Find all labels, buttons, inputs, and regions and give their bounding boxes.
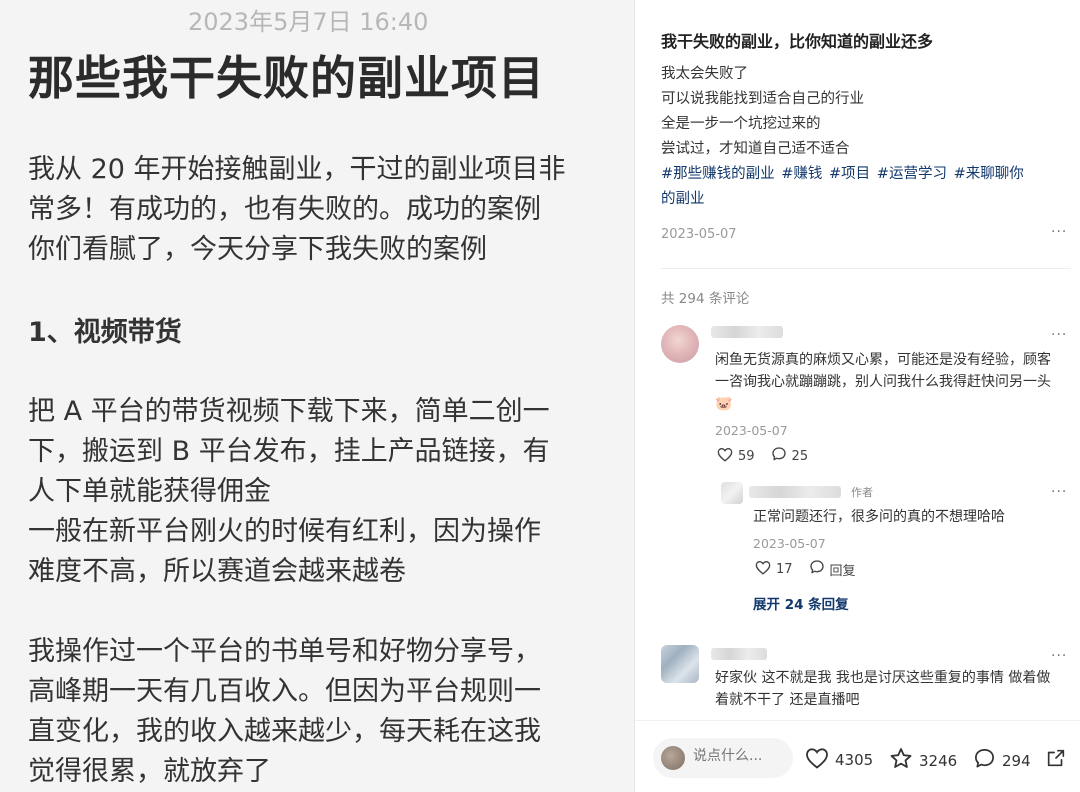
image-intro: 我从 20 年开始接触副业，干过的副业项目非 常多！有成功的，也有失败的。成功的… bbox=[28, 150, 618, 270]
divider bbox=[661, 268, 1071, 269]
heart-icon bbox=[717, 447, 733, 466]
commenter-name-blurred[interactable] bbox=[749, 486, 841, 498]
comment-date: 2023-05-07 bbox=[715, 423, 788, 438]
expand-replies-link[interactable]: 展开 24 条回复 bbox=[753, 593, 849, 613]
comment-input[interactable] bbox=[693, 748, 783, 764]
tag-link-continuation[interactable]: 的副业 bbox=[661, 191, 705, 207]
heart-icon bbox=[755, 560, 771, 579]
para-line: 我操作过一个平台的书单号和好物分享号， bbox=[28, 636, 541, 667]
para-line: 难度不高，所以赛道会越来越卷 bbox=[28, 556, 406, 587]
commenter-name-blurred[interactable] bbox=[711, 648, 767, 660]
heart-icon bbox=[805, 747, 829, 773]
para-line: 直变化，我的收入越来越少，每天耗在这我 bbox=[28, 716, 541, 747]
note-line: 尝试过，才知道自己适不适合 bbox=[661, 141, 850, 157]
comment-actions: 59 25 bbox=[717, 446, 808, 466]
post-image: 2023年5月7日 16:40 那些我干失败的副业项目 我从 20 年开始接触副… bbox=[0, 0, 634, 792]
collect-button[interactable]: 3246 bbox=[889, 747, 957, 774]
more-options-icon[interactable]: ··· bbox=[1051, 484, 1067, 500]
tag-link[interactable]: #来聊聊你 bbox=[954, 166, 1024, 182]
comment-line: 好家伙 这不就是我 我也是讨厌这些重复的事情 做着做 bbox=[715, 670, 1051, 686]
para-line: 高峰期一天有几百收入。但因为平台规则一 bbox=[28, 676, 541, 707]
author-badge: 作者 bbox=[851, 486, 873, 499]
note-tags: #那些赚钱的副业 #赚钱 #项目 #运营学习 #来聊聊你 bbox=[661, 162, 1071, 187]
more-options-icon[interactable]: ··· bbox=[1051, 327, 1067, 343]
share-button[interactable] bbox=[1045, 747, 1067, 773]
reply-actions: 17 回复 bbox=[755, 559, 856, 579]
comment-input-pill[interactable] bbox=[653, 738, 793, 778]
intro-line: 你们看腻了，今天分享下我失败的案例 bbox=[28, 234, 487, 265]
comment-count: 294 bbox=[1002, 751, 1031, 770]
like-button[interactable]: 17 bbox=[755, 560, 793, 579]
note-title: 我干失败的副业，比你知道的副业还多 bbox=[661, 32, 934, 51]
para-line: 下，搬运到 B 平台发布，挂上产品链接，有 bbox=[28, 436, 550, 467]
avatar[interactable] bbox=[721, 482, 743, 504]
like-button[interactable]: 59 bbox=[717, 447, 755, 466]
image-date: 2023年5月7日 16:40 bbox=[188, 8, 429, 36]
like-count: 59 bbox=[738, 448, 755, 464]
like-count: 17 bbox=[776, 561, 793, 577]
intro-line: 常多！有成功的，也有失败的。成功的案例 bbox=[28, 194, 541, 225]
more-options-icon[interactable]: ··· bbox=[1051, 224, 1067, 240]
share-icon bbox=[1045, 747, 1067, 773]
like-count: 4305 bbox=[835, 751, 874, 769]
para-line: 觉得很累，就放弃了 bbox=[28, 756, 271, 787]
tag-link[interactable]: #赚钱 bbox=[781, 166, 822, 182]
tag-link[interactable]: #那些赚钱的副业 bbox=[661, 166, 775, 182]
chat-bubble-icon bbox=[973, 747, 996, 774]
chat-bubble-icon bbox=[771, 446, 787, 466]
note-date: 2023-05-07 bbox=[661, 227, 737, 242]
comment-line: 闲鱼无货源真的麻烦又心累，可能还是没有经验，顾客 bbox=[715, 352, 1051, 368]
note-line: 可以说我能找到适合自己的行业 bbox=[661, 91, 864, 107]
commenter-name-blurred[interactable] bbox=[711, 326, 783, 338]
comment-line: 一咨询我心就蹦蹦跳，别人问我什么我得赶快问另一头 bbox=[715, 374, 1051, 390]
image-paragraph-2: 我操作过一个平台的书单号和好物分享号， 高峰期一天有几百收入。但因为平台规则一 … bbox=[28, 632, 618, 792]
para-line: 一般在新平台刚火的时候有红利，因为操作 bbox=[28, 516, 541, 547]
avatar[interactable] bbox=[661, 325, 699, 363]
note-tags-line2: 的副业 bbox=[661, 187, 1071, 212]
note-line: 全是一步一个坑挖过来的 bbox=[661, 116, 821, 132]
reply-date: 2023-05-07 bbox=[753, 536, 826, 551]
avatar[interactable] bbox=[661, 645, 699, 683]
reply-text: 正常问题还行，很多问的真的不想理哈哈 bbox=[753, 509, 1005, 525]
reply-count: 25 bbox=[791, 448, 809, 464]
user-avatar bbox=[661, 746, 685, 770]
reply-button[interactable]: 回复 bbox=[809, 559, 856, 579]
star-count: 3246 bbox=[919, 751, 958, 770]
image-title: 那些我干失败的副业项目 bbox=[28, 51, 545, 105]
reply-label: 回复 bbox=[829, 563, 856, 579]
image-section-heading: 1、视频带货 bbox=[28, 317, 182, 348]
comment-line: 着就不干了 还是直播吧 bbox=[715, 692, 860, 708]
tag-link[interactable]: #运营学习 bbox=[877, 166, 947, 182]
image-paragraph-1: 把 A 平台的带货视频下载下来，简单二创一 下，搬运到 B 平台发布，挂上产品链… bbox=[28, 392, 618, 592]
note-line: 我太会失败了 bbox=[661, 66, 748, 82]
chat-bubble-icon bbox=[809, 559, 825, 579]
para-line: 把 A 平台的带货视频下载下来，简单二创一 bbox=[28, 396, 550, 427]
comment-text: 好家伙 这不就是我 我也是讨厌这些重复的事情 做着做 着就不干了 还是直播吧 bbox=[715, 667, 1075, 711]
note-body: 我太会失败了 可以说我能找到适合自己的行业 全是一步一个坑挖过来的 尝试过，才知… bbox=[661, 62, 1071, 212]
note-panel: 我干失败的副业，比你知道的副业还多 我太会失败了 可以说我能找到适合自己的行业 … bbox=[635, 0, 1080, 792]
comment-button[interactable]: 294 bbox=[973, 747, 1031, 774]
bottom-action-bar: 4305 3246 294 bbox=[635, 720, 1080, 792]
para-line: 人下单就能获得佣金 bbox=[28, 476, 271, 507]
star-icon bbox=[889, 747, 913, 774]
intro-line: 我从 20 年开始接触副业，干过的副业项目非 bbox=[28, 154, 566, 185]
reply-button[interactable]: 25 bbox=[771, 446, 809, 466]
tag-link[interactable]: #项目 bbox=[829, 166, 870, 182]
more-options-icon[interactable]: ··· bbox=[1051, 648, 1067, 664]
comment-text: 闲鱼无货源真的麻烦又心累，可能还是没有经验，顾客 一咨询我心就蹦蹦跳，别人问我什… bbox=[715, 349, 1075, 415]
like-post-button[interactable]: 4305 bbox=[805, 747, 873, 773]
comment-count: 共 294 条评论 bbox=[661, 291, 750, 307]
pig-emoji-icon: 🐷 bbox=[715, 396, 733, 412]
